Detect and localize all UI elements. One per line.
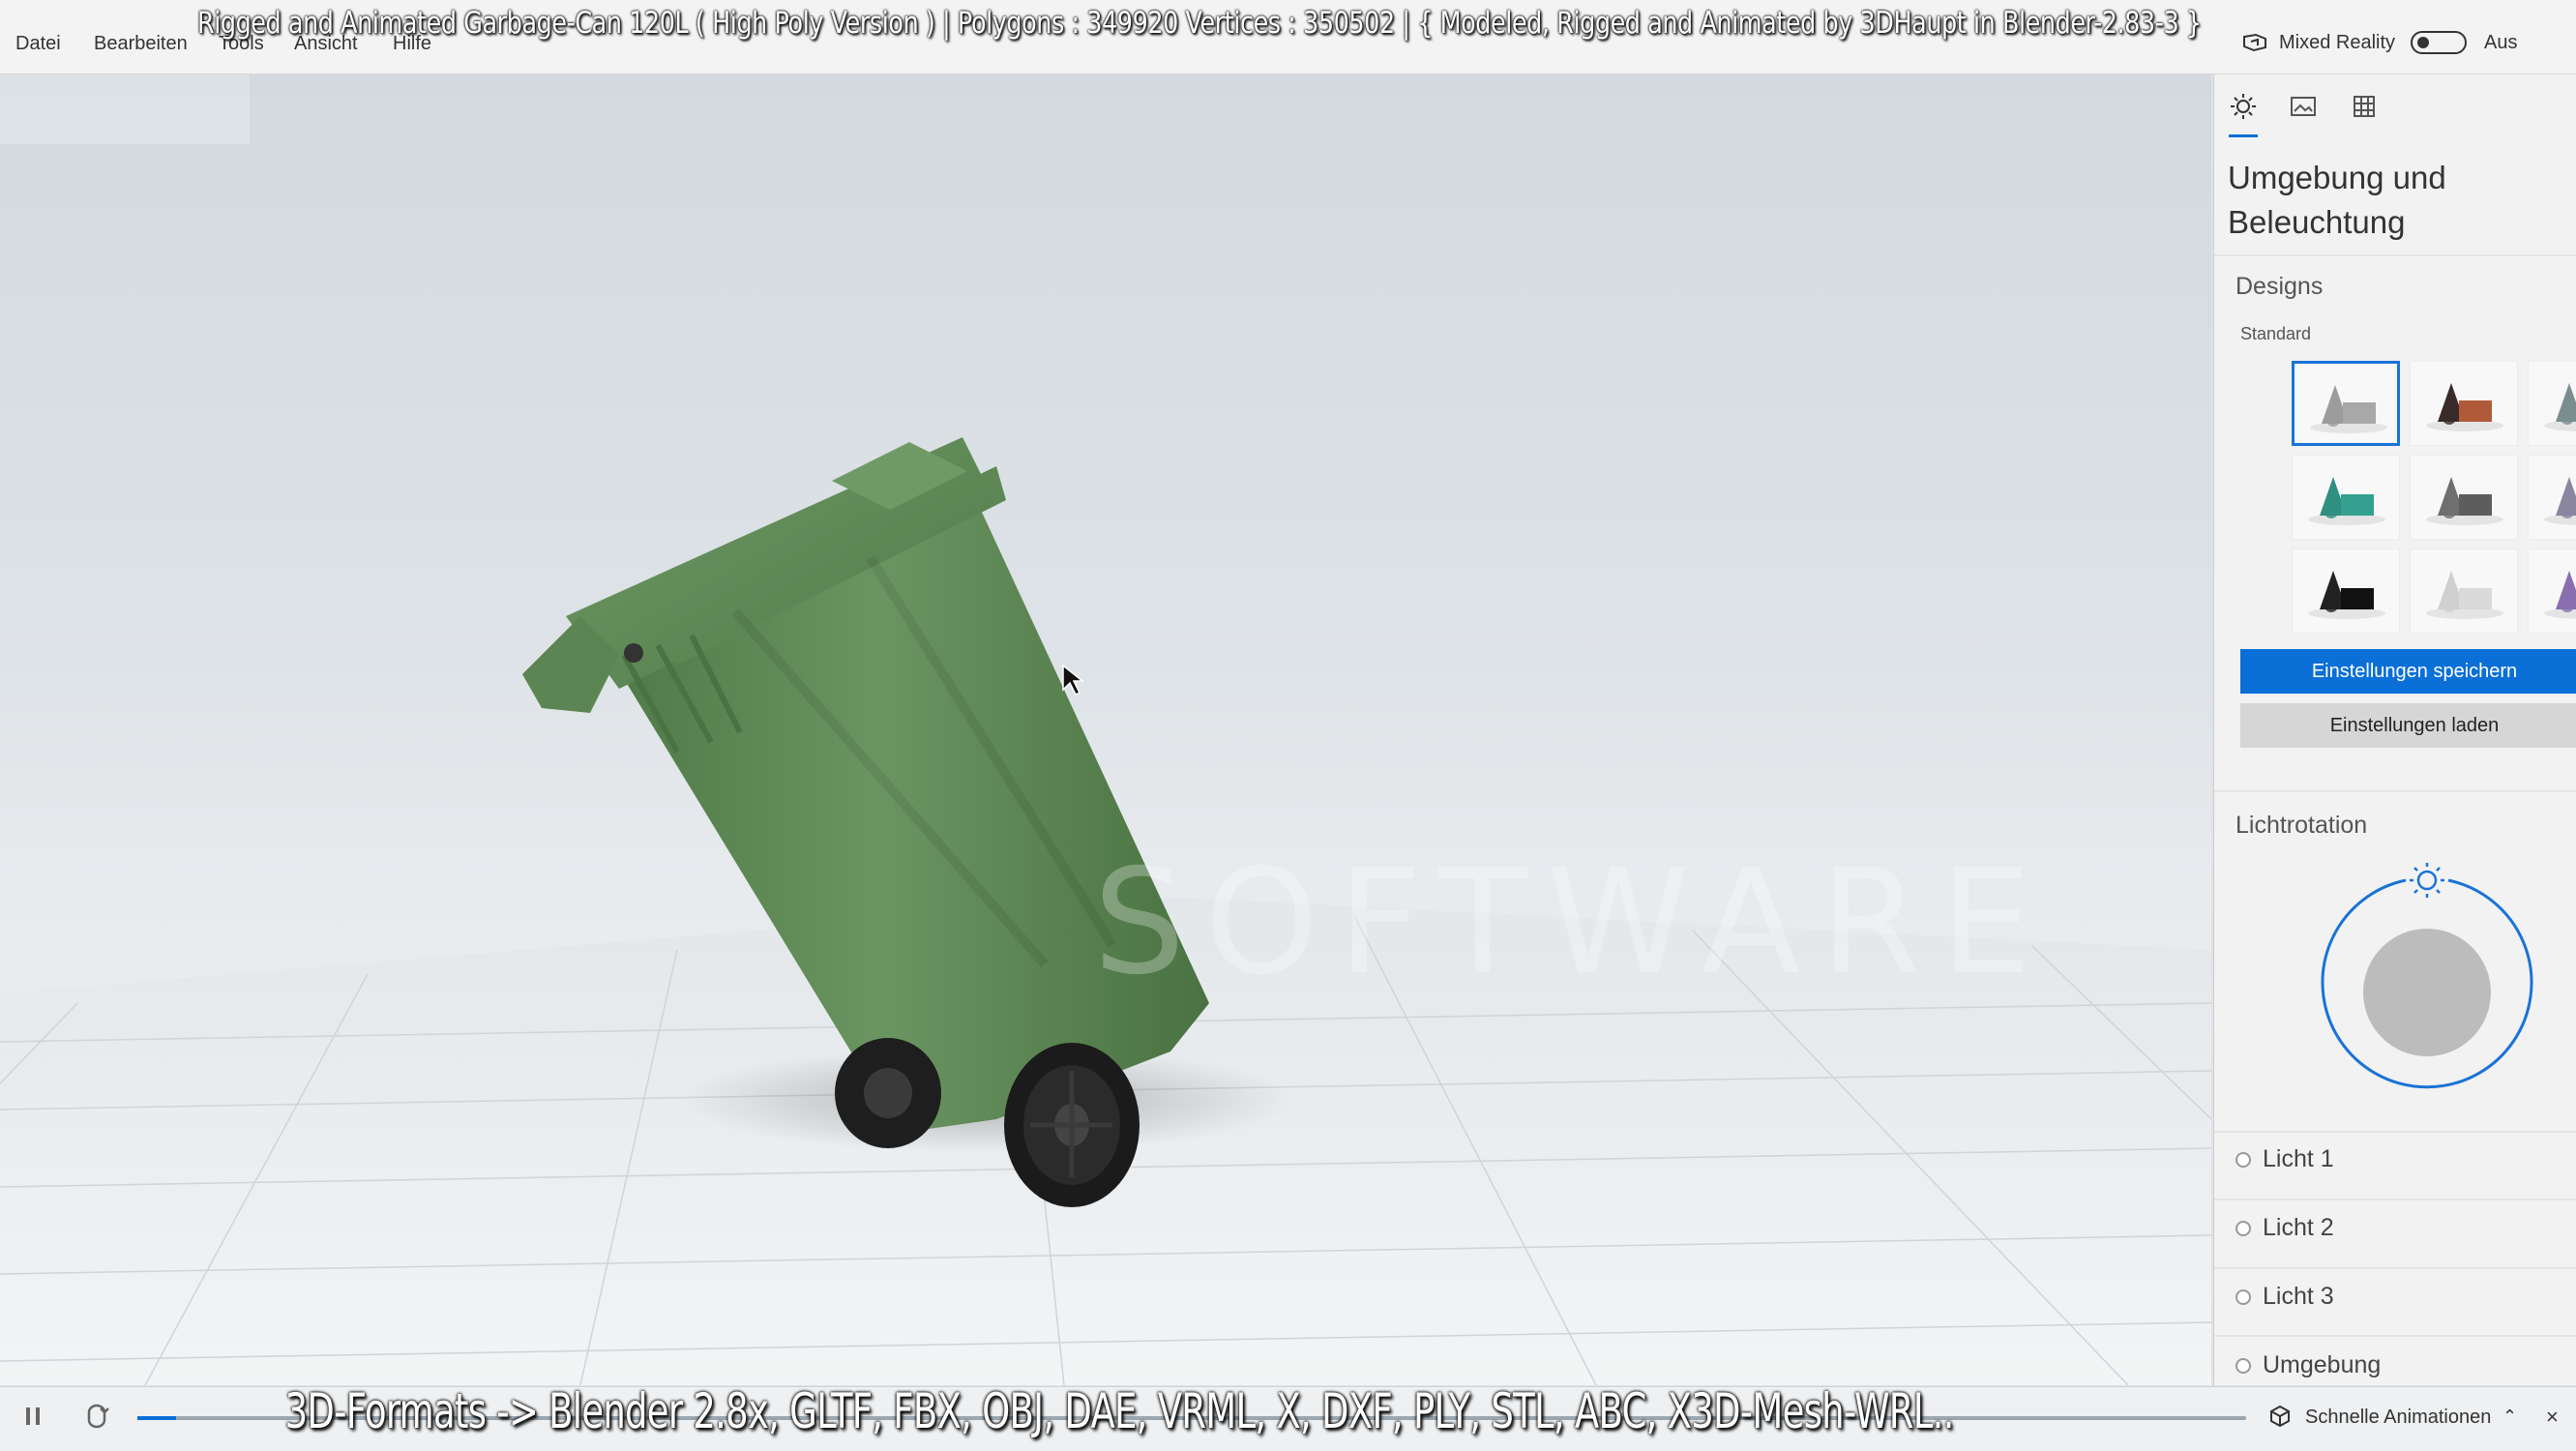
- toggle-knob: [2417, 37, 2430, 48]
- quick-animations-label[interactable]: Schnelle Animationen: [2305, 1407, 2491, 1429]
- wheel-back: [835, 1038, 941, 1148]
- mixed-reality-label: Mixed Reality: [2279, 31, 2396, 53]
- pause-icon[interactable]: [17, 1401, 48, 1432]
- light-2-option[interactable]: Licht 2: [2235, 1214, 2334, 1242]
- menu-bearbeiten[interactable]: Bearbeiten: [94, 33, 188, 55]
- close-icon[interactable]: ×: [2546, 1405, 2559, 1430]
- design-preview-icon: [2544, 383, 2576, 431]
- design-preview-icon: [2544, 571, 2576, 619]
- light-1-label: Licht 1: [2263, 1145, 2334, 1172]
- load-settings-button[interactable]: Einstellungen laden: [2240, 703, 2576, 748]
- light-rotation-dial[interactable]: [2311, 863, 2543, 1095]
- mouse-cursor: [1062, 664, 1085, 696]
- designs-title: Designs: [2235, 273, 2324, 300]
- light-sphere: [2363, 929, 2491, 1056]
- save-settings-button[interactable]: Einstellungen speichern: [2240, 649, 2576, 694]
- design-preview-icon: [2544, 477, 2576, 525]
- environment-light-label: Umgebung: [2263, 1351, 2382, 1378]
- design-thumb-violet[interactable]: [2528, 455, 2576, 540]
- divider: [2214, 1335, 2576, 1337]
- light-rotation-title: Lichtrotation: [2235, 812, 2368, 839]
- design-preview-icon: [2426, 383, 2503, 431]
- radio-button[interactable]: [2235, 1151, 2251, 1168]
- grid-icon[interactable]: [2350, 92, 2379, 121]
- design-preview-icon: [2426, 571, 2503, 619]
- sun-icon[interactable]: [2229, 92, 2258, 121]
- design-thumb-dark-red[interactable]: [2410, 361, 2518, 446]
- mixed-reality-state: Aus: [2484, 31, 2518, 53]
- loop-icon[interactable]: [81, 1401, 112, 1432]
- design-preview-icon: [2310, 385, 2387, 433]
- mixed-reality-icon: [2243, 33, 2266, 52]
- divider: [2214, 254, 2576, 256]
- wheel-front: [1004, 1043, 1140, 1207]
- divider: [2214, 1199, 2576, 1200]
- chevron-up-icon[interactable]: ⌃: [2502, 1407, 2517, 1427]
- menu-datei[interactable]: Datei: [15, 33, 61, 55]
- viewport-watermark: SOFTWARE: [1093, 839, 2052, 1007]
- divider: [2214, 1131, 2576, 1133]
- environment-panel: Umgebung und Beleuchtung Designs Standar…: [2213, 74, 2576, 1385]
- 3d-viewport[interactable]: SOFTWARE: [0, 74, 2211, 1385]
- panel-title: Umgebung und Beleuchtung: [2228, 160, 2446, 240]
- viewport-scene: [0, 437, 2211, 1385]
- design-thumb-light[interactable]: [2410, 548, 2518, 634]
- light-1-option[interactable]: Licht 1: [2235, 1145, 2334, 1173]
- timeline-progress: [137, 1416, 176, 1420]
- design-thumb-teal[interactable]: [2292, 455, 2400, 540]
- video-title-overlay: Rigged and Animated Garbage-Can 120L ( H…: [196, 6, 2202, 41]
- design-thumb-sunset[interactable]: [2528, 548, 2576, 634]
- divider: [2214, 1267, 2576, 1269]
- design-thumb-black[interactable]: [2292, 548, 2400, 634]
- environment-light-option[interactable]: Umgebung: [2235, 1351, 2381, 1379]
- radio-button[interactable]: [2235, 1220, 2251, 1236]
- design-preview-icon: [2426, 477, 2503, 525]
- design-thumb-charcoal[interactable]: [2410, 455, 2518, 540]
- formats-caption-overlay: 3D-Formats -> Blender 2.8x, GLTF, FBX, O…: [284, 1383, 1955, 1439]
- design-preview-icon: [2308, 477, 2385, 525]
- design-thumb-grey[interactable]: [2292, 361, 2400, 446]
- divider: [2214, 790, 2576, 792]
- mixed-reality-toggle[interactable]: [2411, 31, 2468, 54]
- design-thumb-teal-grey[interactable]: [2528, 361, 2576, 446]
- design-preview-icon: [2308, 571, 2385, 619]
- background-image-icon[interactable]: [2289, 92, 2318, 121]
- light-2-label: Licht 2: [2263, 1214, 2334, 1241]
- radio-button[interactable]: [2235, 1357, 2251, 1374]
- active-tab-indicator: [2229, 134, 2258, 137]
- radio-button[interactable]: [2235, 1288, 2251, 1305]
- designs-sublabel: Standard: [2240, 324, 2312, 343]
- light-3-label: Licht 3: [2263, 1283, 2334, 1310]
- cube-icon: [2270, 1405, 2290, 1428]
- light-3-option[interactable]: Licht 3: [2235, 1283, 2334, 1311]
- sun-icon: [2410, 863, 2444, 898]
- mixed-reality-toggle-group: Mixed Reality Aus: [2242, 31, 2518, 54]
